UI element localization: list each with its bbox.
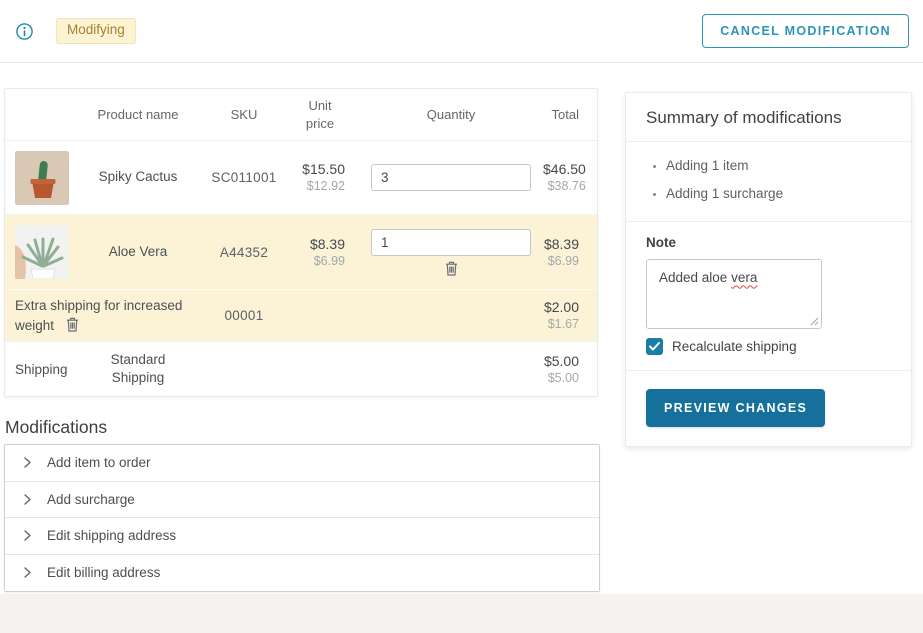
row-total-discounted: $1.67 <box>543 316 579 332</box>
chevron-right-icon <box>24 457 31 468</box>
table-row-surcharge: Extra shipping for increased weight 0000… <box>5 289 597 341</box>
product-name: Aloe Vera <box>69 243 207 261</box>
shipping-row-label: Shipping <box>5 362 69 377</box>
textarea-resize-handle-icon[interactable] <box>810 317 819 326</box>
header-sku: SKU <box>207 106 281 124</box>
unit-price: $15.50 <box>281 160 345 178</box>
header-unit-price: Unit price <box>281 97 359 132</box>
check-icon <box>649 342 660 351</box>
status-badge: Modifying <box>56 18 136 43</box>
surcharge-name: Extra shipping for increased weight <box>15 298 182 333</box>
accordion-item-edit-shipping-address[interactable]: Edit shipping address <box>5 518 599 555</box>
summary-list: Adding 1 item Adding 1 surcharge <box>646 152 891 207</box>
row-total-discounted: $5.00 <box>543 370 579 386</box>
accordion-label: Add item to order <box>47 455 151 470</box>
unit-price-discounted: $6.99 <box>281 253 345 269</box>
modifications-title: Modifications <box>5 417 107 438</box>
surcharge-sku: 00001 <box>207 308 281 323</box>
row-total: $5.00 <box>543 352 579 370</box>
summary-title: Summary of modifications <box>626 93 911 142</box>
row-total-discounted: $6.99 <box>543 253 579 269</box>
recalculate-shipping-checkbox[interactable] <box>646 338 663 355</box>
row-total: $8.39 <box>543 235 579 253</box>
row-total: $46.50 <box>543 160 586 178</box>
delete-item-trash-icon[interactable] <box>445 261 458 276</box>
info-icon[interactable] <box>16 23 33 40</box>
accordion-item-add-item[interactable]: Add item to order <box>5 445 599 482</box>
note-label: Note <box>646 235 891 250</box>
preview-changes-button[interactable]: PREVIEW CHANGES <box>646 389 825 427</box>
accordion-label: Add surcharge <box>47 492 135 507</box>
product-image-cactus <box>15 151 69 205</box>
chevron-right-icon <box>24 494 31 505</box>
table-row-shipping: Shipping Standard Shipping $5.00 $5.00 <box>5 341 597 396</box>
summary-item: Adding 1 surcharge <box>666 180 891 208</box>
product-name: Spiky Cactus <box>69 168 207 186</box>
quantity-input-spiky-cactus[interactable] <box>371 164 531 191</box>
unit-price-discounted: $12.92 <box>281 178 345 194</box>
top-bar: Modifying CANCEL MODIFICATION <box>0 0 923 63</box>
product-sku: A44352 <box>207 245 281 260</box>
row-total-discounted: $38.76 <box>543 178 586 194</box>
product-image-aloe <box>15 225 69 279</box>
misspelled-word: vera <box>731 270 757 285</box>
quantity-input-aloe-vera[interactable] <box>371 229 531 256</box>
table-header-row: Product name SKU Unit price Quantity Tot… <box>5 89 597 141</box>
row-total: $2.00 <box>543 298 579 316</box>
header-quantity: Quantity <box>359 106 543 124</box>
modifications-accordion: Add item to order Add surcharge Edit shi… <box>4 444 600 592</box>
recalculate-shipping-label[interactable]: Recalculate shipping <box>672 339 797 354</box>
chevron-right-icon <box>24 530 31 541</box>
header-product-name: Product name <box>69 106 207 124</box>
accordion-item-add-surcharge[interactable]: Add surcharge <box>5 482 599 519</box>
summary-panel: Summary of modifications Adding 1 item A… <box>625 92 912 447</box>
chevron-right-icon <box>24 567 31 578</box>
accordion-label: Edit billing address <box>47 565 160 580</box>
table-row-spiky-cactus: Spiky Cactus SC011001 $15.50 $12.92 $46.… <box>5 141 597 214</box>
product-sku: SC011001 <box>207 170 281 185</box>
accordion-label: Edit shipping address <box>47 528 176 543</box>
header-total: Total <box>543 106 597 124</box>
order-modification-page: Modifying CANCEL MODIFICATION Product na… <box>0 0 923 594</box>
accordion-item-edit-billing-address[interactable]: Edit billing address <box>5 555 599 592</box>
cancel-modification-button[interactable]: CANCEL MODIFICATION <box>702 14 909 48</box>
summary-item: Adding 1 item <box>666 152 891 180</box>
shipping-method: Standard Shipping <box>69 351 207 387</box>
order-items-table: Product name SKU Unit price Quantity Tot… <box>4 88 598 397</box>
table-row-aloe-vera: Aloe Vera A44352 $8.39 $6.99 $8.39 <box>5 214 597 289</box>
unit-price: $8.39 <box>281 235 345 253</box>
note-textarea[interactable]: Added aloe vera <box>646 259 822 329</box>
delete-surcharge-trash-icon[interactable] <box>66 317 79 332</box>
